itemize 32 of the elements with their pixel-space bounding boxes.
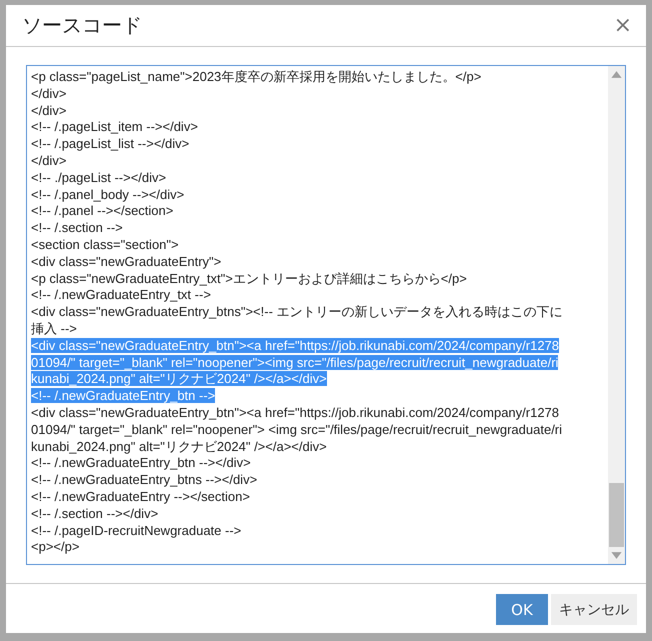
code-line: <!-- /.pageList_list --></div> <box>31 136 190 152</box>
code-line: <p class="newGraduateEntry_txt">エントリーおよび詳細はこちらから</p> <box>31 270 467 286</box>
code-line: <!-- /.newGraduateEntry --></section> <box>31 488 250 504</box>
code-line: <!-- /.section --></div> <box>31 506 158 521</box>
code-line: <p class="pageList_name">2023年度卒の新卒採用を開始いたしました。</p> <box>31 69 482 84</box>
code-line: <!-- /.newGraduateEntry_btns --></div> <box>31 472 258 488</box>
code-line: 挿入 --> <box>31 320 77 336</box>
code-line: 01094/" target="_blank" rel="noopener"> <img src="/files/page/recruit/recruit_newgraduate/ri <box>31 422 562 437</box>
dialog-title: ソースコード <box>22 12 142 39</box>
code-line: <p></p> <box>31 539 80 554</box>
scroll-thumb[interactable] <box>609 483 624 547</box>
code-line: <!-- ./pageList --></div> <box>31 170 166 185</box>
code-line: <!-- /.newGraduateEntry_btn --></div> <box>31 455 251 470</box>
code-line: <!-- /.panel_body --></div> <box>31 186 184 202</box>
code-line: <!-- /.newGraduateEntry_txt --> <box>31 287 211 302</box>
code-line: </div> <box>31 86 66 101</box>
code-line: <!-- /.panel --></section> <box>31 203 174 218</box>
code-line: </div> <box>31 152 66 168</box>
scrollbar[interactable] <box>608 66 625 564</box>
code-line: <!-- /.section --> <box>31 220 123 236</box>
code-line: <section class="section"> <box>31 236 179 252</box>
ok-button[interactable]: OK <box>496 594 548 625</box>
code-line: <!-- /.pageList_item --></div> <box>31 119 198 134</box>
cancel-button[interactable]: キャンセル <box>551 594 637 625</box>
code-line: <!-- /.pageID-recruitNewgraduate --> <box>31 522 242 538</box>
code-line: </div> <box>31 102 66 118</box>
code-line: <div class="newGraduateEntry"> <box>31 254 222 269</box>
code-line: kunabi_2024.png" alt="リクナビ2024" /></a></div> <box>31 438 327 454</box>
close-button[interactable]: × <box>610 14 636 36</box>
code-editor[interactable] <box>26 65 626 565</box>
code-line: <div class="newGraduateEntry_btns"><!-- エントリーの新しいデータを入れる時はこの下に <box>31 304 563 320</box>
code-line: <div class="newGraduateEntry_btn"><a href="https://job.rikunabi.com/2024/company/r1278 <box>31 404 560 420</box>
